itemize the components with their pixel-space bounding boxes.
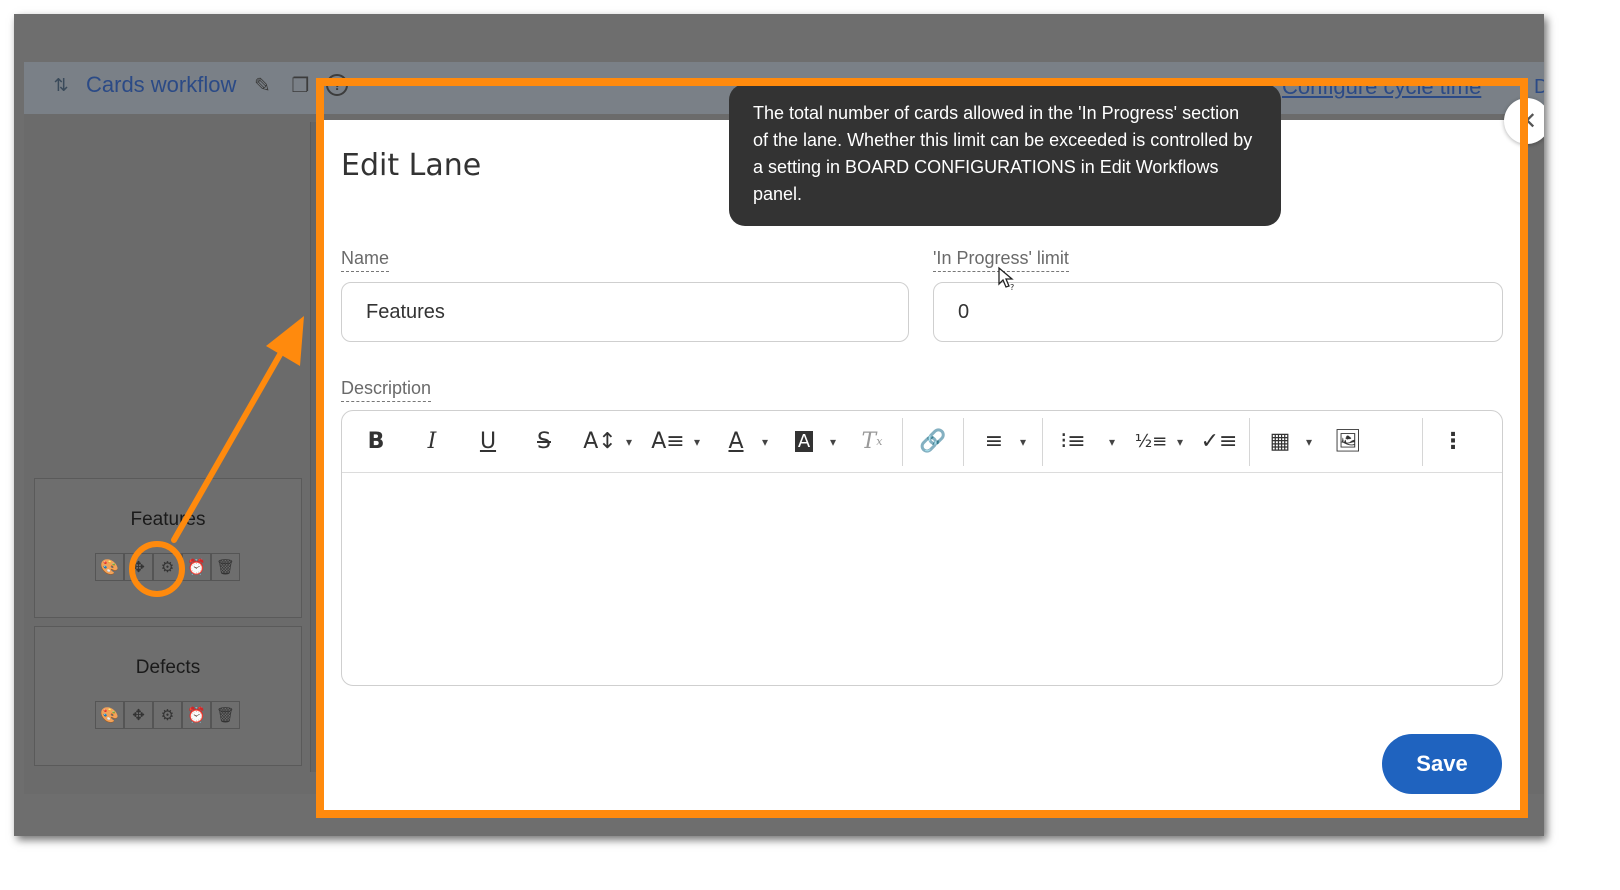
screenshot-frame: ⇅ Cards workflow ✎ ❐ ? Configure cycle t… (14, 14, 1544, 836)
orange-arrow (171, 316, 304, 543)
